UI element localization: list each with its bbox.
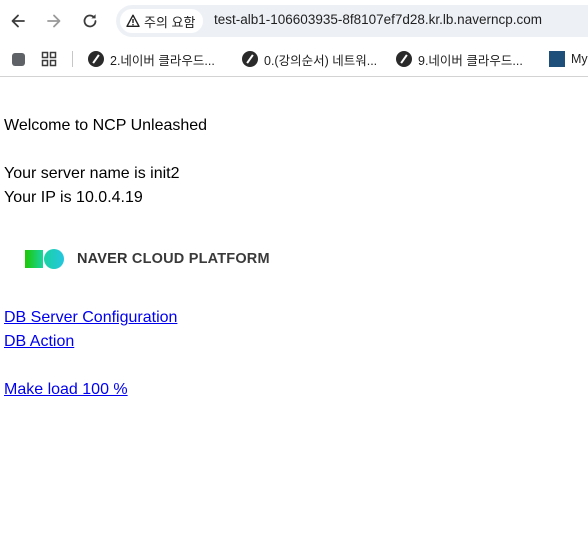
bookmark-favicon-icon (88, 51, 104, 67)
bookmarks-divider (72, 51, 73, 67)
security-label: 주의 요함 (144, 14, 196, 30)
links-section: DB Server Configuration DB Action Make l… (4, 306, 270, 402)
app-icon[interactable] (9, 50, 27, 68)
naver-cloud-logo: NAVER CLOUD PLATFORM (25, 248, 270, 270)
bookmark-favicon-icon (549, 51, 565, 67)
square-icon (11, 52, 25, 66)
bookmark-item[interactable]: 9.네이버 클라우드... (396, 48, 523, 70)
url-text[interactable]: test-alb1-106603935-8f8107ef7d28.kr.lb.n… (214, 12, 542, 27)
bookmarks-bar: 2.네이버 클라우드... 0.(강의순서) 네트워... 9.네이버 클라우드… (0, 42, 588, 77)
bookmark-label: My (571, 52, 588, 66)
reload-button[interactable] (76, 7, 104, 35)
arrow-right-icon (47, 14, 61, 28)
apps-grid-button[interactable] (40, 50, 58, 68)
grid-icon (41, 51, 57, 67)
logo-mark-icon (25, 248, 69, 270)
arrow-left-icon (11, 14, 25, 28)
ip-text: Your IP is 10.0.4.19 (4, 189, 143, 206)
bookmark-label: 0.(강의순서) 네트워... (264, 53, 378, 68)
forward-button[interactable] (40, 7, 68, 35)
bookmark-item[interactable]: 0.(강의순서) 네트워... (242, 48, 377, 70)
warning-icon (126, 14, 140, 27)
bookmark-label: 2.네이버 클라우드... (110, 53, 215, 68)
bookmark-item[interactable]: My (549, 48, 588, 70)
welcome-text: Welcome to NCP Unleashed (4, 117, 208, 134)
bookmark-item[interactable]: 2.네이버 클라우드... (88, 48, 215, 70)
server-name-text: Your server name is init2 (4, 165, 180, 182)
security-chip[interactable]: 주의 요함 (120, 9, 204, 33)
db-server-config-link[interactable]: DB Server Configuration (4, 306, 177, 330)
back-button[interactable] (4, 7, 32, 35)
bookmark-favicon-icon (242, 51, 258, 67)
make-load-link[interactable]: Make load 100 % (4, 378, 128, 402)
bookmark-label: 9.네이버 클라우드... (418, 53, 523, 68)
db-action-link[interactable]: DB Action (4, 330, 74, 354)
bookmark-favicon-icon (396, 51, 412, 67)
reload-icon (83, 14, 97, 28)
browser-toolbar: 주의 요함 test-alb1-106603935-8f8107ef7d28.k… (0, 0, 588, 42)
address-bar[interactable]: 주의 요함 test-alb1-106603935-8f8107ef7d28.k… (116, 5, 588, 37)
page-content: Welcome to NCP Unleashed Your server nam… (4, 114, 270, 402)
logo-text: NAVER CLOUD PLATFORM (77, 251, 270, 267)
